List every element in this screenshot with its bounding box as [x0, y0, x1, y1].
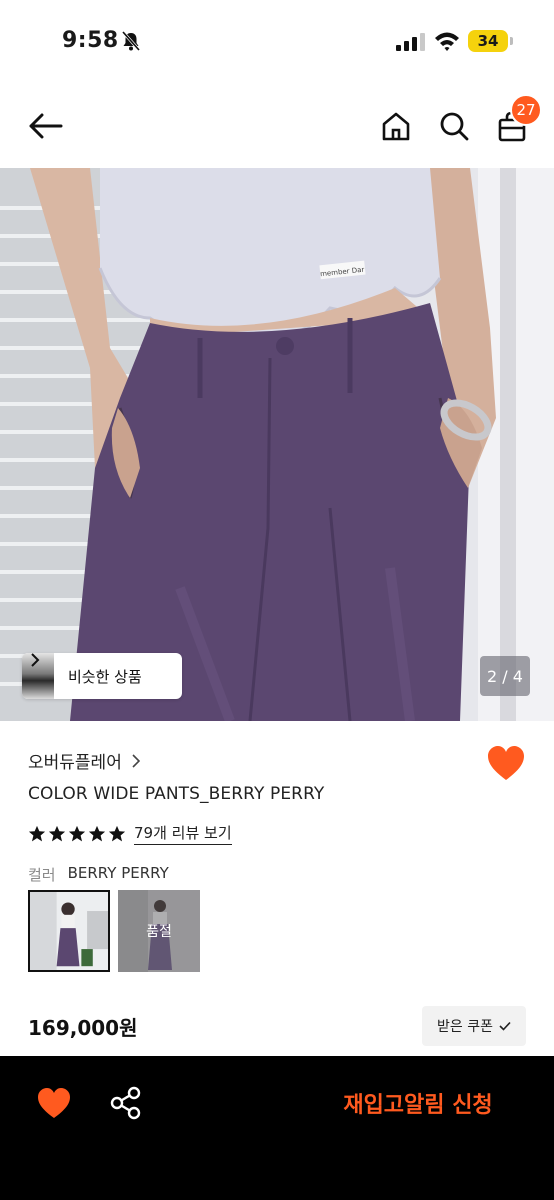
- battery-indicator: 34: [468, 30, 513, 52]
- brand-name: 오버듀플레어: [28, 753, 122, 773]
- share-icon[interactable]: [110, 1086, 142, 1120]
- battery-level: 34: [477, 32, 499, 50]
- chevron-right-icon: [31, 653, 40, 667]
- color-option-row: 컬러 BERRY PERRY: [28, 864, 169, 885]
- swatch-thumbnail: [30, 892, 108, 970]
- coupon-label: 받은 쿠폰: [437, 1019, 493, 1035]
- color-swatch-soldout[interactable]: 품절: [118, 890, 200, 972]
- app-header: [0, 84, 554, 168]
- rating-row: 79개 리뷰 보기: [28, 822, 232, 845]
- color-label: 컬러: [28, 866, 56, 884]
- brand-link[interactable]: 오버듀플레어: [28, 748, 140, 773]
- rating-stars: [28, 825, 126, 843]
- image-page-counter: 2 / 4: [480, 656, 530, 696]
- heart-icon[interactable]: [36, 1086, 72, 1120]
- star-icon: [108, 825, 126, 841]
- back-button[interactable]: [24, 106, 68, 146]
- search-icon: [440, 112, 469, 141]
- wifi-icon: [435, 32, 459, 51]
- product-photo: member Dar: [0, 168, 554, 721]
- star-icon: [88, 825, 106, 841]
- product-title: COLOR WIDE PANTS_BERRY PERRY: [28, 784, 325, 804]
- cellular-signal-icon: [396, 33, 425, 51]
- status-time: 9:58: [62, 28, 119, 53]
- home-button[interactable]: [376, 106, 416, 146]
- chevron-right-icon: [132, 753, 140, 768]
- restock-alert-button[interactable]: 재입고알림 신청: [320, 1086, 516, 1120]
- product-image[interactable]: member Dar 비슷한 상품 2 / 4: [0, 168, 554, 721]
- star-icon: [68, 825, 86, 841]
- bottom-action-bar: 재입고알림 신청: [0, 1056, 554, 1200]
- star-icon: [28, 825, 46, 841]
- color-value: BERRY PERRY: [67, 864, 169, 882]
- home-icon: [382, 112, 410, 141]
- arrow-left-icon: [29, 113, 63, 139]
- soldout-label: 품절: [118, 890, 200, 972]
- search-button[interactable]: [434, 106, 474, 146]
- color-swatch-selected[interactable]: [28, 890, 110, 972]
- review-link[interactable]: 79개 리뷰 보기: [134, 822, 232, 845]
- status-bar: 9:58 34: [0, 0, 554, 84]
- bell-muted-icon: [121, 31, 141, 51]
- product-price: 169,000원: [28, 1016, 138, 1040]
- check-icon: [499, 1021, 511, 1031]
- coupon-button[interactable]: 받은 쿠폰: [422, 1006, 526, 1046]
- star-icon: [48, 825, 66, 841]
- cart-count-badge: 27: [510, 94, 542, 126]
- similar-products-label: 비슷한 상품: [68, 667, 142, 686]
- wishlist-heart-button[interactable]: [486, 744, 526, 784]
- similar-products-button[interactable]: 비슷한 상품: [22, 653, 182, 699]
